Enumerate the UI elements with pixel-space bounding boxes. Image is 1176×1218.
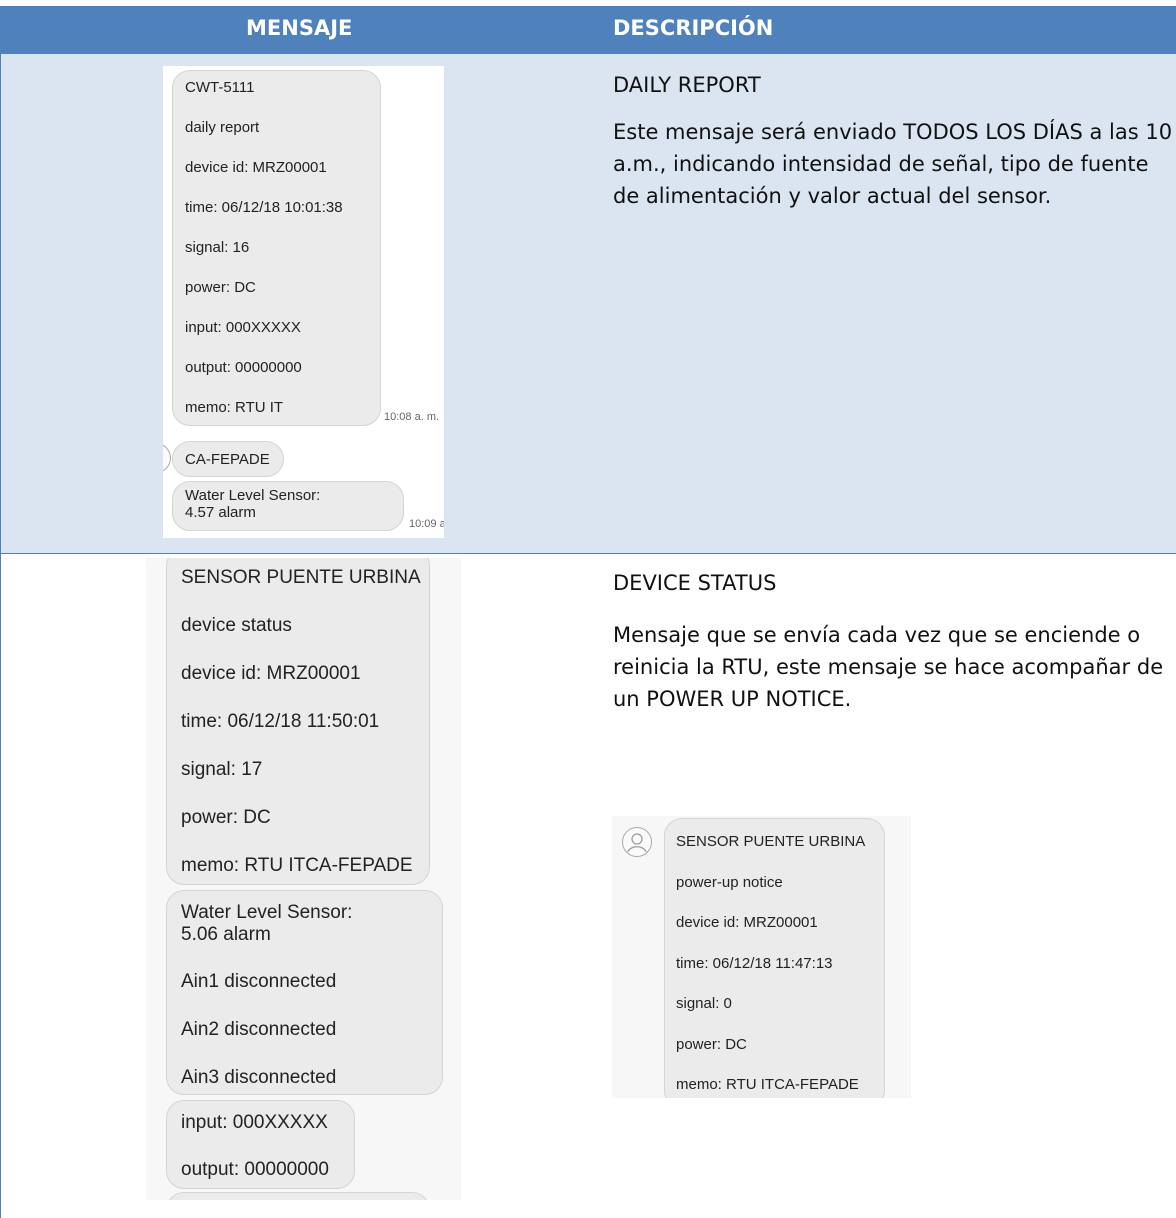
header-descripcion: DESCRIPCIÓN [613,16,774,40]
sms-line: memo: RTU ITCA-FEPADE [676,1076,859,1093]
sms-line: daily report [185,119,260,136]
sms-line: input: 000XXXXX [185,319,301,336]
sms-line: SENSOR PUENTE URBINA [181,567,421,588]
header-mensaje: MENSAJE [246,16,353,40]
table-header: MENSAJE DESCRIPCIÓN [0,6,1176,54]
sms-screenshot-power-up-notice: SENSOR PUENTE URBINA power-up notice dev… [612,816,911,1098]
sms-line: power: DC [181,807,271,828]
sms-screenshot-daily-report: CWT-5111 daily report device id: MRZ0000… [163,66,444,538]
sms-line: CA-FEPADE [185,451,270,468]
sms-line: Water Level Sensor: [181,902,353,923]
sms-line: device id: MRZ00001 [676,914,818,931]
table-left-border [0,54,1,1218]
sms-line: CWT-5111 [185,79,255,96]
sms-line: power: DC [185,279,256,296]
sms-line: time: 06/12/18 11:47:13 [676,955,833,972]
sms-line: device status [181,615,292,636]
sms-line: Ain3 disconnected [181,1067,337,1088]
sms-line: input: 000XXXXX [181,1112,328,1133]
sms-line: device id: MRZ00001 [181,663,361,684]
sms-line: signal: 17 [181,759,263,780]
row-description-device-status: Mensaje que se envía cada vez que se enc… [613,623,1164,711]
sms-bubble-partial [166,1192,430,1200]
sms-timestamp: 10:09 a [409,518,444,530]
sms-line: signal: 16 [185,239,250,256]
message-table: MENSAJE DESCRIPCIÓN DAILY REPORT Este me… [0,0,1176,1218]
sms-line: Water Level Sensor: [185,487,321,504]
sms-line: Ain1 disconnected [181,971,337,992]
sms-screenshot-device-status: SENSOR PUENTE URBINA device status devic… [146,558,461,1200]
sms-line: power: DC [676,1036,747,1053]
sms-line: memo: RTU IT [185,399,284,416]
sms-timestamp: 10:08 a. m. [384,411,440,423]
avatar-icon [163,443,171,473]
sms-line: SENSOR PUENTE URBINA [676,833,866,850]
sms-line: device id: MRZ00001 [185,159,327,176]
sms-line: time: 06/12/18 11:50:01 [181,711,380,732]
sms-line: power-up notice [676,874,783,891]
row-description-daily-report: Este mensaje será enviado TODOS LOS DÍAS… [613,120,1173,208]
sms-line: 4.57 alarm [185,504,256,521]
sms-line: time: 06/12/18 10:01:38 [185,199,343,216]
sms-line: output: 00000000 [185,359,302,376]
sms-line: Ain2 disconnected [181,1019,337,1040]
row-title-daily-report: DAILY REPORT [613,73,761,97]
sms-line: output: 00000000 [181,1159,329,1180]
person-outline-icon [622,827,652,857]
sms-line: 5.06 alarm [181,924,271,945]
sms-line: signal: 0 [676,995,732,1012]
sms-line: memo: RTU ITCA-FEPADE [181,855,413,876]
row-title-device-status: DEVICE STATUS [613,571,777,595]
